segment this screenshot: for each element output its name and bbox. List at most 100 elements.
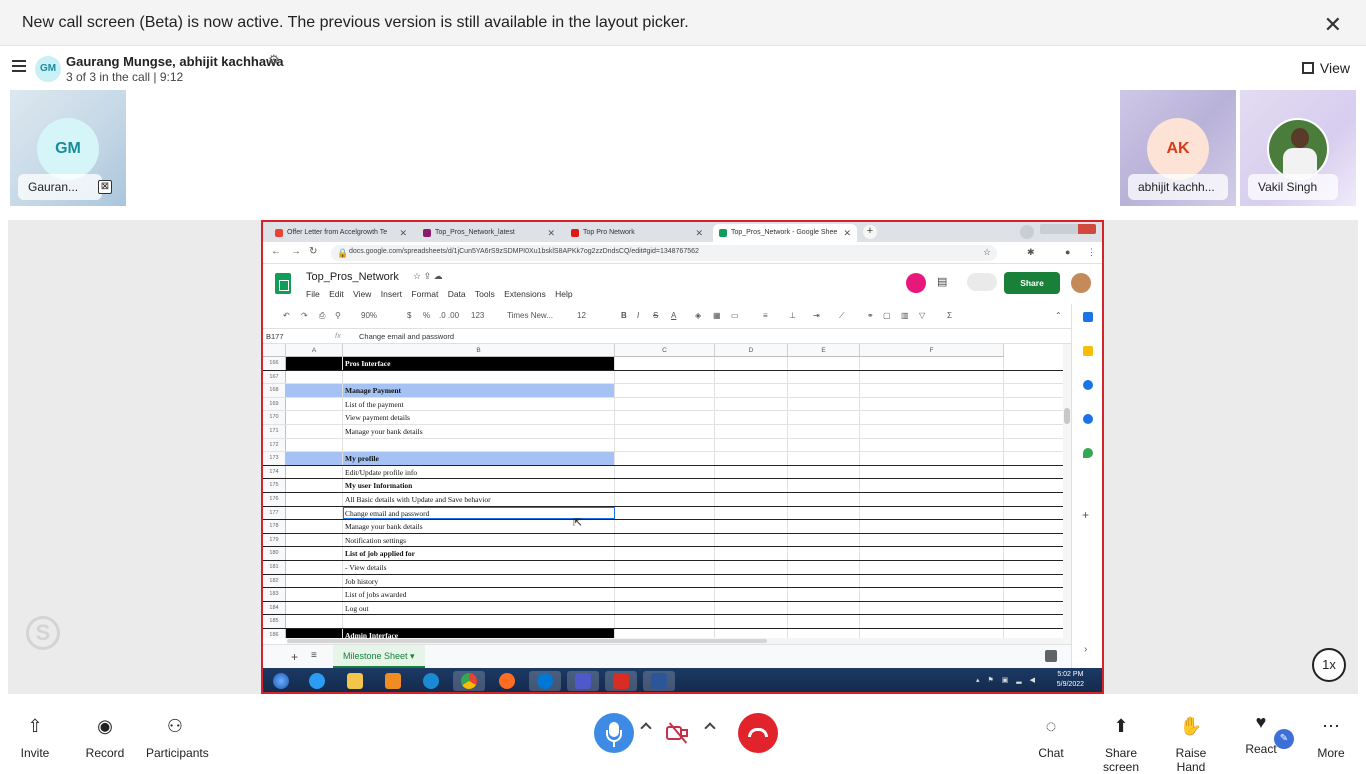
row-number[interactable]: 183: [263, 588, 286, 601]
cell[interactable]: [715, 547, 788, 560]
menu-item[interactable]: Format: [411, 289, 438, 299]
filter-icon[interactable]: ▽: [919, 311, 925, 320]
strikethrough-icon[interactable]: S: [653, 311, 658, 320]
paint-format-icon[interactable]: ⚲: [335, 311, 341, 320]
kebab-menu-icon[interactable]: ⋮: [1087, 247, 1096, 258]
sheet-list-icon[interactable]: ≡: [311, 650, 317, 661]
cell[interactable]: [715, 411, 788, 424]
cell[interactable]: [286, 465, 343, 479]
skype-icon[interactable]: [529, 671, 561, 691]
cell[interactable]: [286, 574, 343, 588]
keep-icon[interactable]: [1083, 346, 1093, 356]
row-number[interactable]: 177: [263, 506, 286, 520]
cell[interactable]: [860, 493, 1004, 506]
cell[interactable]: [286, 411, 343, 424]
window-controls[interactable]: [1040, 224, 1096, 234]
cell[interactable]: [286, 629, 343, 638]
row-number[interactable]: 178: [263, 520, 286, 533]
cell[interactable]: [286, 561, 343, 574]
hamburger-menu-icon[interactable]: [12, 60, 26, 72]
cell[interactable]: [860, 465, 1004, 479]
valign-icon[interactable]: ⊥: [789, 311, 796, 320]
cell[interactable]: [615, 601, 715, 615]
cell[interactable]: [860, 425, 1004, 438]
currency-button[interactable]: $: [407, 311, 411, 320]
more-button[interactable]: ⋯ More: [1314, 714, 1348, 760]
cell[interactable]: [788, 465, 860, 479]
cell[interactable]: [286, 588, 343, 601]
extensions-icon[interactable]: ✱: [1027, 247, 1035, 258]
column-header[interactable]: F: [860, 344, 1004, 357]
cell[interactable]: [715, 357, 788, 370]
share-button[interactable]: Share: [1004, 272, 1060, 294]
new-tab-button[interactable]: +: [863, 225, 877, 239]
participant-tile[interactable]: Vakil Singh: [1240, 90, 1356, 206]
wrap-icon[interactable]: ⇥: [813, 311, 820, 320]
cell[interactable]: [860, 547, 1004, 560]
cell[interactable]: [615, 493, 715, 506]
cell[interactable]: [788, 506, 860, 520]
chevron-up-icon[interactable]: ⌃: [1055, 311, 1062, 320]
cell[interactable]: [615, 452, 715, 465]
row-number[interactable]: 173: [263, 452, 286, 465]
decimal-buttons[interactable]: .0 .00: [439, 311, 459, 320]
profile-icon[interactable]: ●: [1065, 247, 1070, 257]
cell[interactable]: [615, 479, 715, 492]
url-input[interactable]: 🔒 docs.google.com/spreadsheets/d/1jCun5Y…: [331, 245, 997, 261]
table-row[interactable]: 185: [263, 615, 1063, 629]
table-row[interactable]: 173 My profile: [263, 452, 1063, 466]
close-icon[interactable]: ✕: [399, 224, 407, 242]
cell[interactable]: [615, 615, 715, 628]
cell[interactable]: [715, 397, 788, 411]
cell[interactable]: [860, 615, 1004, 628]
table-row[interactable]: 170 View payment details: [263, 411, 1063, 425]
chart-icon[interactable]: ▥: [901, 311, 909, 320]
cell[interactable]: [788, 601, 860, 615]
cell[interactable]: [860, 629, 1004, 638]
row-number[interactable]: 182: [263, 574, 286, 588]
cell[interactable]: [788, 452, 860, 465]
cell[interactable]: [715, 588, 788, 601]
cell[interactable]: Job history: [343, 574, 615, 588]
merge-cells-icon[interactable]: ▭: [731, 311, 739, 320]
cell[interactable]: [788, 357, 860, 370]
cell[interactable]: [788, 370, 860, 384]
name-box[interactable]: B177: [266, 332, 284, 341]
cell[interactable]: Pros Interface: [343, 357, 615, 370]
column-header[interactable]: C: [615, 344, 715, 357]
clock[interactable]: 5:02 PM 5/9/2022: [1057, 670, 1084, 690]
cell[interactable]: My user Information: [343, 479, 615, 492]
cell[interactable]: [615, 574, 715, 588]
explore-icon[interactable]: [1045, 650, 1057, 662]
redo-icon[interactable]: ↷: [301, 311, 308, 320]
cell[interactable]: Notification settings: [343, 533, 615, 547]
hang-up-button[interactable]: [738, 713, 778, 753]
vertical-scrollbar[interactable]: [1063, 344, 1071, 638]
cell[interactable]: [286, 547, 343, 560]
table-row[interactable]: 180 List of job applied for: [263, 547, 1063, 561]
select-all-corner[interactable]: [263, 344, 286, 357]
cell[interactable]: Log out: [343, 601, 615, 615]
tab-search-icon[interactable]: [1020, 225, 1034, 239]
cell[interactable]: [286, 438, 343, 452]
font-select[interactable]: Times New...: [507, 311, 553, 320]
cell[interactable]: Admin Interface: [343, 629, 615, 638]
cell[interactable]: [788, 411, 860, 424]
react-button[interactable]: ♥ React: [1242, 710, 1280, 756]
cell[interactable]: [788, 574, 860, 588]
cell[interactable]: [615, 411, 715, 424]
cell[interactable]: [715, 438, 788, 452]
back-icon[interactable]: ←: [271, 246, 281, 257]
cell[interactable]: Edit/Update profile info: [343, 465, 615, 479]
share-screen-button[interactable]: ⬆ Share screen: [1088, 714, 1154, 774]
cell[interactable]: [788, 520, 860, 533]
cell[interactable]: [615, 357, 715, 370]
cell[interactable]: [343, 438, 615, 452]
row-number[interactable]: 181: [263, 561, 286, 574]
table-row[interactable]: 178 Manage your bank details: [263, 520, 1063, 534]
invite-button[interactable]: ⇧ Invite: [18, 714, 52, 760]
table-row[interactable]: 176 All Basic details with Update and Sav…: [263, 493, 1063, 507]
star-icon[interactable]: ☆ ⇪ ☁: [413, 271, 443, 282]
participant-tile[interactable]: AK abhijit kachh...: [1120, 90, 1236, 206]
meet-icon[interactable]: [967, 273, 997, 291]
